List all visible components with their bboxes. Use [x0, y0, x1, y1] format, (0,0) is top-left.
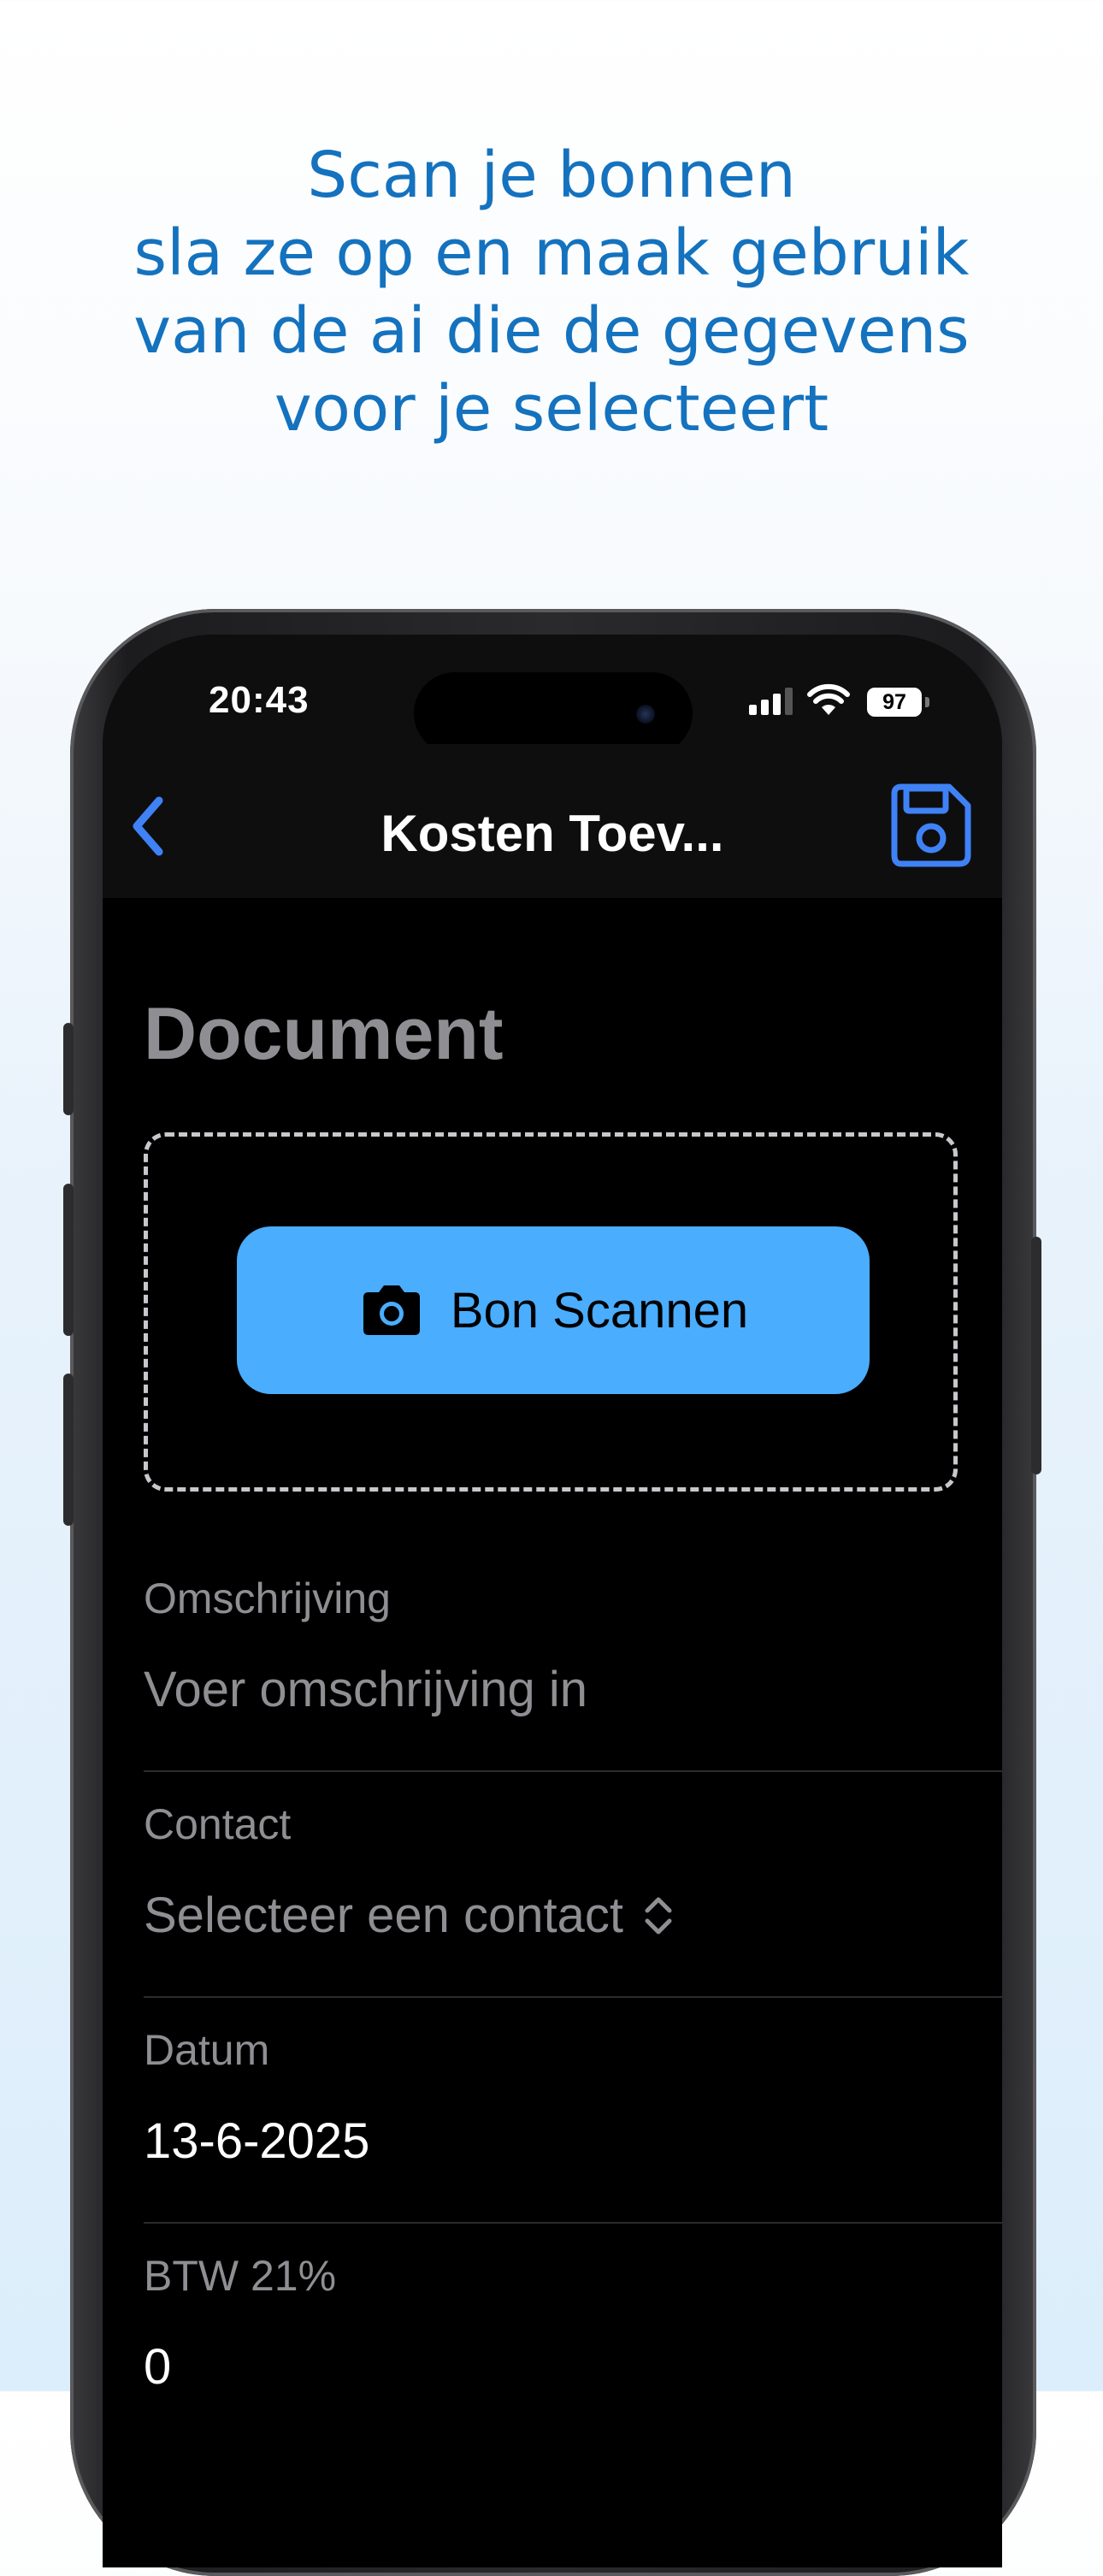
promo-line: voor je selecteert — [274, 372, 829, 446]
description-label: Omschrijving — [144, 1575, 391, 1622]
phone-action-button — [63, 1023, 74, 1115]
status-bar: 20:43 97 — [103, 635, 1002, 754]
promo-line: van de ai die de gegevens — [133, 294, 970, 368]
contact-select-value: Selecteer een contact — [144, 1888, 624, 1943]
description-input[interactable]: Voer omschrijving in — [144, 1661, 1002, 1718]
floppy-disk-icon — [891, 783, 971, 867]
contact-label: Contact — [144, 1800, 292, 1848]
vat-field: BTW 21% 0 — [144, 2251, 1002, 2396]
phone-power-button — [1031, 1237, 1041, 1474]
battery-cap — [925, 697, 929, 707]
vat-input[interactable]: 0 — [144, 2338, 1002, 2396]
promo-line: sla ze op en maak gebruik — [133, 216, 970, 290]
back-button[interactable] — [123, 792, 174, 860]
date-label: Datum — [144, 2026, 270, 2074]
wifi-icon — [807, 683, 850, 715]
dynamic-island — [414, 672, 693, 754]
promo-line: Scan je bonnen — [307, 139, 796, 212]
contact-field: Contact Selecteer een contact — [144, 1799, 1002, 1944]
scan-receipt-button[interactable]: Bon Scannen — [237, 1226, 870, 1394]
phone-volume-down-button — [63, 1374, 74, 1526]
contact-select[interactable]: Selecteer een contact — [144, 1887, 1002, 1944]
status-time: 20:43 — [209, 679, 310, 721]
scan-receipt-label: Bon Scannen — [450, 1282, 749, 1338]
camera-icon — [363, 1285, 420, 1335]
phone-screen: 20:43 97 Kosten Toev... Document Bon Sca… — [103, 635, 1002, 2567]
field-divider — [144, 1770, 1002, 1772]
vat-label: BTW 21% — [144, 2252, 337, 2300]
field-divider — [144, 1996, 1002, 1998]
battery-icon: 97 — [867, 688, 922, 717]
description-field: Omschrijving Voer omschrijving in — [144, 1574, 1002, 1718]
cellular-signal-icon — [749, 688, 795, 715]
date-input[interactable]: 13-6-2025 — [144, 2112, 1002, 2170]
navigation-bar: Kosten Toev... — [103, 744, 1002, 898]
field-divider — [144, 2222, 1002, 2224]
save-button[interactable] — [886, 782, 973, 869]
section-title-document: Document — [144, 993, 504, 1075]
phone-volume-up-button — [63, 1184, 74, 1336]
page-title: Kosten Toev... — [380, 805, 724, 862]
chevron-up-down-icon — [645, 1897, 672, 1934]
date-field: Datum 13-6-2025 — [144, 2025, 1002, 2170]
chevron-left-icon — [133, 796, 163, 856]
promo-headline: Scan je bonnen sla ze op en maak gebruik… — [0, 137, 1103, 448]
front-camera-icon — [636, 705, 655, 724]
